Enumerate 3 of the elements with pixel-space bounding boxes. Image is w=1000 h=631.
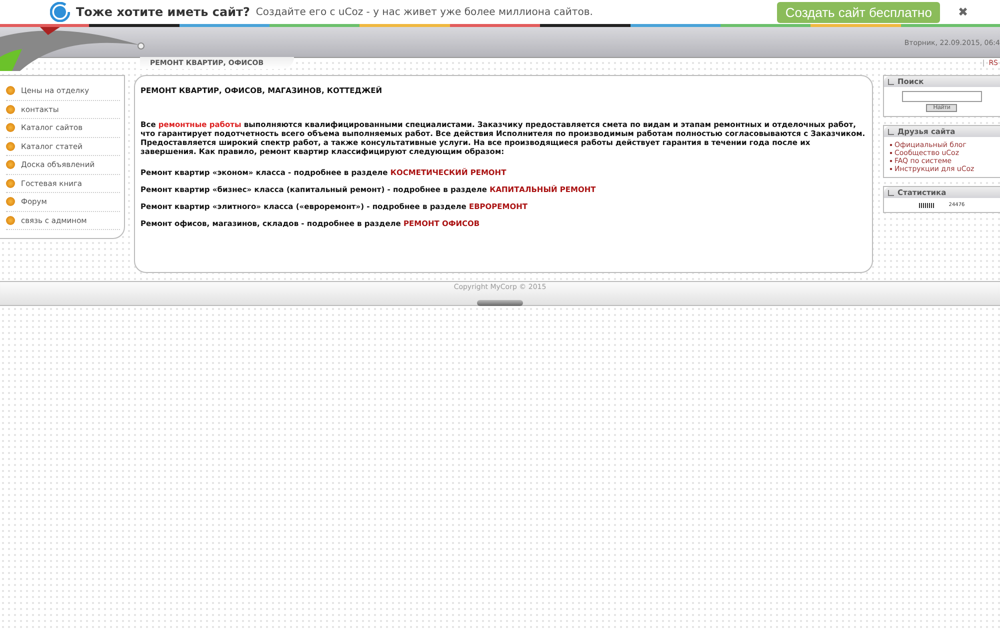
promo-title: Тоже хотите иметь сайт? (76, 5, 250, 19)
close-icon[interactable]: ✖ (958, 5, 968, 19)
promo-text: Создайте его с uCoz - у нас живет уже более миллиона сайтов. (256, 6, 593, 18)
